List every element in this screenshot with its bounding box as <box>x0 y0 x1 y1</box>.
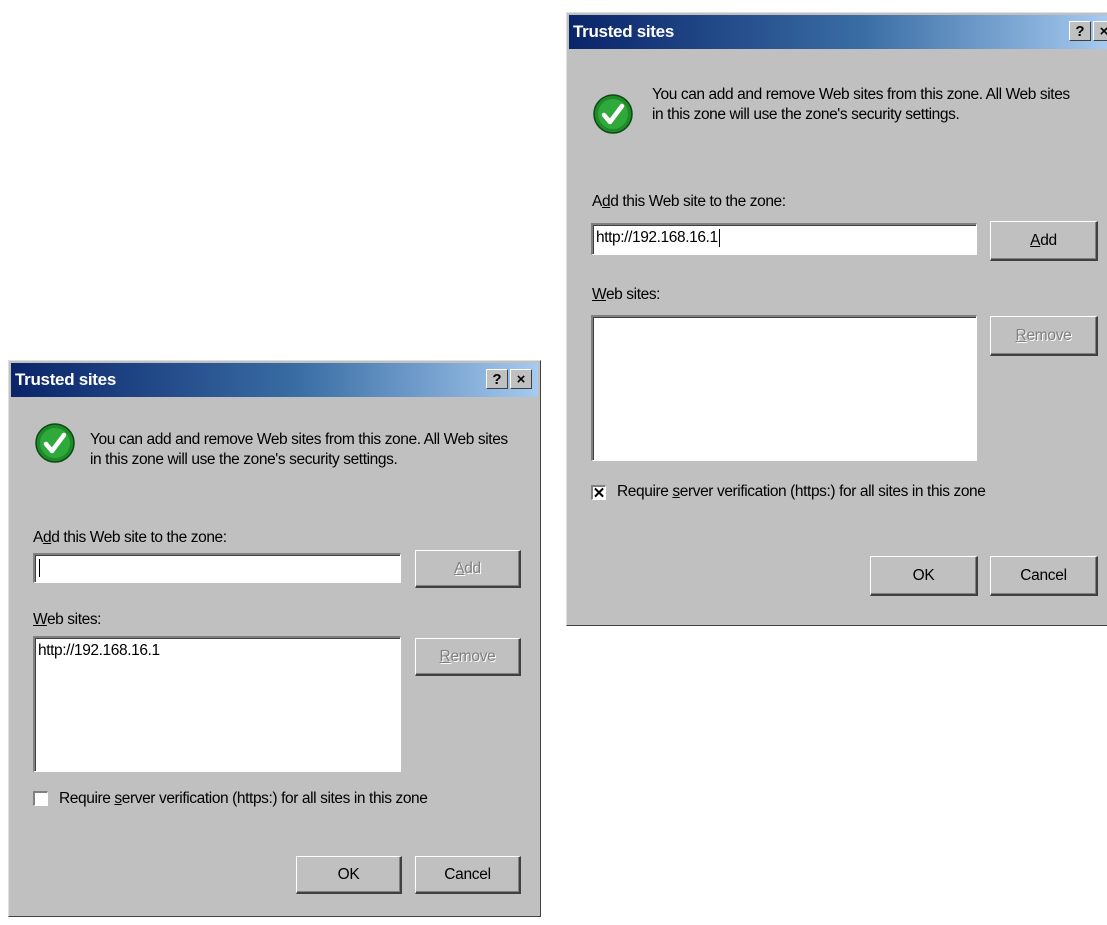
green-checkmark-icon <box>35 423 75 463</box>
remove-button[interactable]: Remove <box>415 638 521 676</box>
help-icon: ? <box>1075 22 1085 40</box>
close-icon: × <box>1099 22 1107 40</box>
intro-text: You can add and remove Web sites from th… <box>652 85 1102 125</box>
add-button[interactable]: Add <box>415 550 521 588</box>
intro-line-2: in this zone will use the zone's securit… <box>90 451 398 468</box>
web-sites-label: Web sites: <box>33 611 102 628</box>
add-site-label: Add this Web site to the zone: <box>592 193 786 210</box>
web-sites-list[interactable] <box>591 315 977 461</box>
trusted-sites-dialog-right: Trusted sites ? × You can add and remove… <box>566 12 1107 626</box>
cancel-button[interactable]: Cancel <box>415 856 521 894</box>
text-caret <box>718 229 720 247</box>
trusted-sites-dialog-left: Trusted sites ? × You can add and remove… <box>8 360 541 917</box>
close-button[interactable]: × <box>510 369 532 389</box>
intro-line-1: You can add and remove Web sites from th… <box>90 431 508 448</box>
require-server-verification-checkbox[interactable] <box>33 791 48 806</box>
require-server-verification-label[interactable]: Require server verification (https:) for… <box>59 790 428 808</box>
intro-text: You can add and remove Web sites from th… <box>90 430 530 470</box>
help-button[interactable]: ? <box>486 369 508 389</box>
ok-button[interactable]: OK <box>296 856 402 894</box>
dialog-title: Trusted sites <box>15 370 116 389</box>
dialog-title: Trusted sites <box>573 22 674 41</box>
title-bar[interactable]: Trusted sites ? × <box>11 363 538 397</box>
intro-line-2: in this zone will use the zone's securit… <box>652 106 960 123</box>
title-bar[interactable]: Trusted sites ? × <box>569 15 1107 49</box>
require-server-verification-checkbox[interactable]: ✕ <box>591 484 606 502</box>
green-checkmark-icon <box>593 94 633 134</box>
require-server-verification-label[interactable]: Require server verification (https:) for… <box>617 483 986 501</box>
cancel-button[interactable]: Cancel <box>990 556 1098 596</box>
close-icon: × <box>516 370 526 388</box>
remove-button[interactable]: Remove <box>990 316 1098 356</box>
add-button[interactable]: Add <box>990 221 1098 261</box>
web-sites-label: Web sites: <box>592 286 661 303</box>
help-icon: ? <box>492 370 502 388</box>
text-caret <box>39 559 40 577</box>
ok-button[interactable]: OK <box>870 556 978 596</box>
add-site-input[interactable] <box>33 553 401 583</box>
checkbox-mark: ✕ <box>592 484 606 502</box>
intro-line-1: You can add and remove Web sites from th… <box>652 86 1070 103</box>
web-sites-list[interactable]: http://192.168.16.1 <box>33 636 401 772</box>
add-site-label: Add this Web site to the zone: <box>33 529 227 546</box>
help-button[interactable]: ? <box>1069 21 1091 41</box>
add-site-input[interactable]: http://192.168.16.1 <box>591 223 977 255</box>
close-button[interactable]: × <box>1093 21 1107 41</box>
list-item[interactable]: http://192.168.16.1 <box>38 642 160 660</box>
